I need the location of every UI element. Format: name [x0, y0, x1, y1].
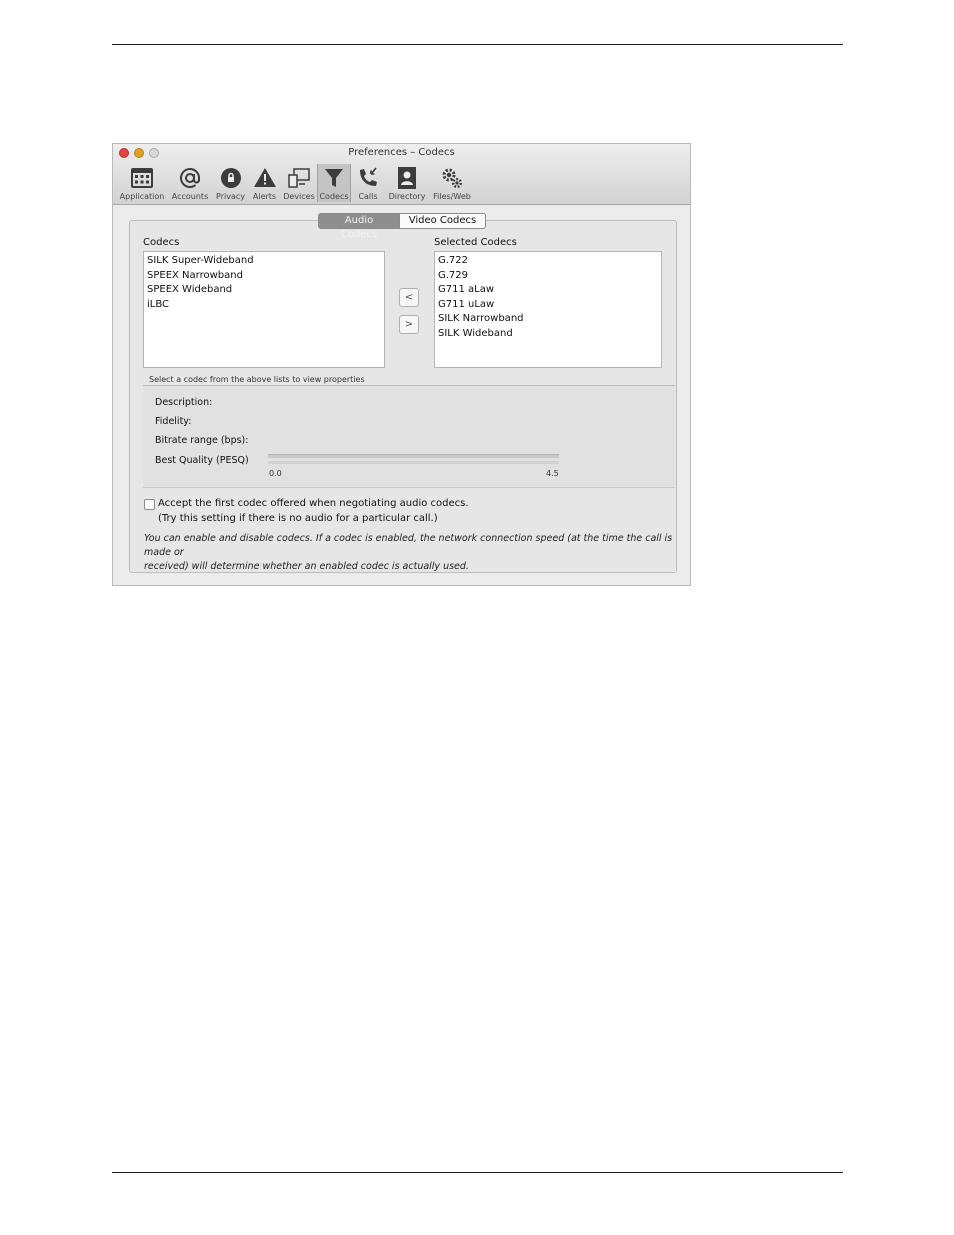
note-line: You can enable and disable codecs. If a …: [144, 533, 673, 558]
page-footer-rule: [112, 1172, 843, 1173]
toolbar-item-alerts[interactable]: Alerts: [248, 164, 281, 202]
toolbar-item-privacy[interactable]: Privacy: [213, 164, 248, 202]
title-bar: Preferences – Codecs Application Account…: [113, 144, 690, 205]
toolbar-item-accounts[interactable]: Accounts: [167, 164, 213, 202]
list-item[interactable]: SPEEX Wideband: [147, 283, 381, 298]
properties-caption: Select a codec from the above lists to v…: [149, 375, 365, 384]
gears-icon: [442, 168, 463, 189]
best-quality-label: Best Quality (PESQ): [155, 455, 249, 466]
toolbar-label: Codecs: [319, 192, 349, 201]
list-item[interactable]: G711 uLaw: [438, 298, 658, 313]
toolbar-item-application[interactable]: Application: [117, 164, 167, 202]
toolbar-item-devices[interactable]: Devices: [281, 164, 317, 202]
move-left-button[interactable]: <: [399, 288, 419, 307]
description-label: Description:: [155, 397, 213, 408]
codec-usage-note: You can enable and disable codecs. If a …: [144, 532, 684, 574]
tab-video-codecs[interactable]: Video Codecs: [400, 213, 486, 229]
list-item[interactable]: SILK Narrowband: [438, 312, 658, 327]
application-icon: [131, 168, 153, 188]
funnel-icon: [325, 169, 343, 187]
tab-audio-codecs[interactable]: Audio Codecs: [318, 213, 400, 240]
codec-type-tabs: Audio Codecs Video Codecs: [318, 213, 486, 240]
toolbar-item-codecs[interactable]: Codecs: [317, 164, 351, 202]
toolbar-label: Alerts: [252, 192, 277, 201]
toolbar-label: Devices: [283, 192, 315, 201]
note-line: received) will determine whether an enab…: [144, 561, 469, 572]
accept-first-codec-hint: (Try this setting if there is no audio f…: [158, 513, 438, 524]
move-right-button[interactable]: >: [399, 315, 419, 334]
window-title: Preferences – Codecs: [348, 147, 455, 158]
selected-codecs-list[interactable]: G.722 G.729 G711 aLaw G711 uLaw SILK Nar…: [434, 251, 662, 368]
preferences-window: Preferences – Codecs Application Account…: [112, 143, 691, 586]
toolbar-label: Calls: [358, 192, 378, 201]
toolbar-label: Privacy: [216, 192, 245, 201]
list-item[interactable]: G.729: [438, 269, 658, 284]
list-item[interactable]: G.722: [438, 254, 658, 269]
list-item[interactable]: SILK Super-Wideband: [147, 254, 381, 269]
list-item[interactable]: G711 aLaw: [438, 283, 658, 298]
toolbar-item-directory[interactable]: Directory: [385, 164, 429, 202]
bitrate-range-label: Bitrate range (bps):: [155, 435, 249, 446]
accept-first-codec-checkbox[interactable]: [144, 499, 155, 510]
page-header-rule: [112, 44, 843, 45]
selected-codecs-label: Selected Codecs: [434, 237, 517, 248]
quality-scale-min: 0.0: [269, 469, 282, 478]
quality-meter-track: [268, 461, 559, 464]
quality-scale-max: 4.5: [546, 469, 559, 478]
accept-first-codec-label: Accept the first codec offered when nego…: [158, 498, 469, 509]
fidelity-label: Fidelity:: [155, 416, 192, 427]
toolbar-item-files-web[interactable]: Files/Web: [429, 164, 475, 202]
toolbar-label: Application: [119, 192, 165, 201]
toolbar-item-calls[interactable]: Calls: [351, 164, 385, 202]
quality-meter-track: [268, 454, 559, 458]
toolbar-label: Files/Web: [433, 192, 471, 201]
codecs-list-label: Codecs: [143, 237, 180, 248]
list-item[interactable]: SILK Wideband: [438, 327, 658, 342]
available-codecs-list[interactable]: SILK Super-Wideband SPEEX Narrowband SPE…: [143, 251, 385, 368]
devices-icon: [288, 168, 310, 188]
toolbar-label: Directory: [388, 192, 426, 201]
toolbar-label: Accounts: [171, 192, 209, 201]
list-item[interactable]: iLBC: [147, 298, 381, 313]
list-item[interactable]: SPEEX Narrowband: [147, 269, 381, 284]
lock-icon: [220, 168, 241, 188]
warning-icon: [253, 168, 276, 187]
preferences-toolbar: Application Accounts Privacy Alerts Devi…: [117, 164, 475, 202]
contact-card-icon: [398, 167, 416, 189]
at-sign-icon: [180, 167, 200, 188]
phone-icon: [360, 167, 377, 186]
